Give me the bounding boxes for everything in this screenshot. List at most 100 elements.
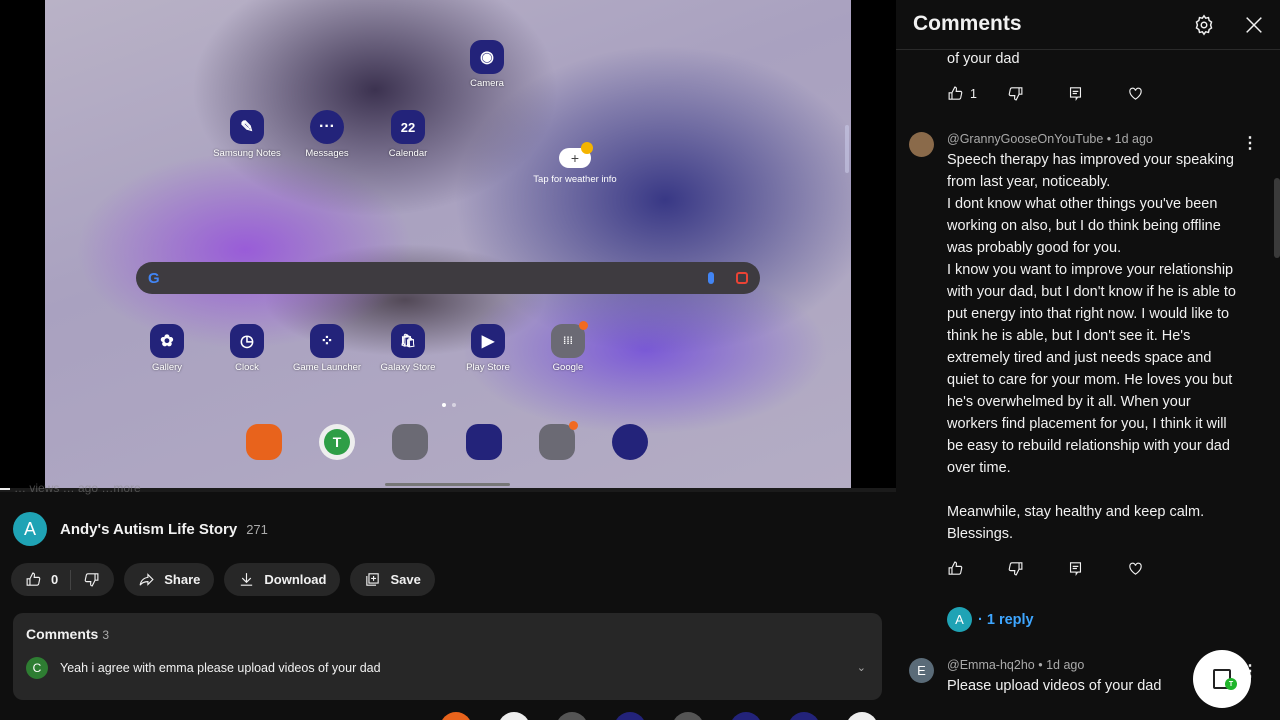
- comment-like-button[interactable]: [947, 560, 1007, 577]
- comments-panel: Comments of your dad 1 @GrannyGooseOnYou…: [896, 0, 1280, 720]
- video-frame[interactable]: ◉ Camera ✎ Samsung Notes ··· Messages 22…: [45, 0, 851, 488]
- weather-widget: + Tap for weather info: [515, 142, 635, 185]
- app-gallery: ✿ Gallery: [127, 324, 207, 373]
- comment-actions: 1: [947, 85, 1187, 102]
- app-label: Calendar: [388, 148, 428, 159]
- comment-line: with your dad, but I don't know if he is…: [947, 284, 1236, 300]
- close-button[interactable]: [1242, 13, 1266, 37]
- comment-dislike-button[interactable]: [1007, 85, 1067, 102]
- messages-icon: ···: [310, 110, 344, 144]
- screen: ◉ Camera ✎ Samsung Notes ··· Messages 22…: [0, 0, 1280, 720]
- comment-body-tail: of your dad: [947, 51, 1020, 67]
- app-label: Camera: [470, 78, 504, 89]
- comment-dislike-button[interactable]: [1007, 560, 1067, 577]
- chevron-down-icon[interactable]: ⌄: [857, 661, 866, 674]
- play-store-icon: ▶: [471, 324, 505, 358]
- calendar-icon: 22: [391, 110, 425, 144]
- thumbs-up-icon: [948, 86, 963, 100]
- heart-icon: [1129, 562, 1142, 575]
- sun-icon: [581, 142, 593, 154]
- comment-like-button[interactable]: 1: [947, 85, 1007, 102]
- comment-heart-button[interactable]: [1127, 560, 1187, 577]
- share-label: Share: [164, 572, 201, 587]
- comment-line: think he is able, but I don't see it. He…: [947, 328, 1191, 344]
- chrome-icon: [612, 424, 648, 460]
- commenter-avatar-image[interactable]: [909, 132, 934, 157]
- reply-count-link[interactable]: · 1 reply: [978, 612, 1034, 628]
- channel-row[interactable]: A Andy's Autism Life Story 271: [13, 512, 268, 546]
- settings-button[interactable]: [1192, 13, 1216, 37]
- commenter-avatar[interactable]: E: [909, 658, 934, 683]
- contacts-app-icon: [246, 424, 282, 460]
- channel-name[interactable]: Andy's Autism Life Story: [60, 521, 237, 538]
- taskbar-app-icon: [730, 712, 762, 720]
- app-galaxy-store: 🛍 Galaxy Store: [368, 324, 448, 373]
- taskbar-app-icon: [498, 712, 530, 720]
- save-to-playlist-icon: [366, 573, 380, 586]
- panel-scrollbar[interactable]: [1274, 178, 1280, 258]
- taskbar-peek: [440, 712, 878, 720]
- like-count: 0: [51, 572, 59, 587]
- save-button[interactable]: Save: [350, 563, 435, 596]
- taskbar-app-icon: [788, 712, 820, 720]
- app-badge-icon: T: [1225, 678, 1237, 690]
- comment-line: be easy to rebuild relationship with you…: [947, 438, 1230, 454]
- notes-icon: ✎: [230, 110, 264, 144]
- view-replies-button[interactable]: A · 1 reply: [947, 607, 1034, 632]
- game-launcher-icon: ⁘: [310, 324, 344, 358]
- app-game-launcher: ⁘ Game Launcher: [287, 324, 367, 373]
- comment-reply-button[interactable]: [1067, 85, 1127, 102]
- share-button[interactable]: Share: [124, 563, 215, 596]
- comment-heart-button[interactable]: [1127, 85, 1187, 102]
- taskbar-app-icon: [672, 712, 704, 720]
- commenter-avatar: C: [26, 657, 48, 679]
- google-folder-icon: ⁞⁞⁞: [551, 321, 588, 358]
- subscriber-count: 271: [246, 521, 268, 537]
- weather-cloud-icon: +: [559, 142, 593, 168]
- app-samsung-notes: ✎ Samsung Notes: [207, 110, 287, 159]
- floating-clipboard-button[interactable]: T: [1193, 650, 1251, 708]
- comments-panel-title: Comments: [913, 12, 1022, 35]
- thumbs-down-icon: [84, 573, 99, 587]
- comment-meta: @GrannyGooseOnYouTube • 1d ago: [947, 132, 1153, 146]
- like-dislike-group: 0: [11, 563, 115, 596]
- folder-icon: [392, 424, 428, 460]
- comments-preview-card[interactable]: Comments 3 C Yeah i agree with emma pleas…: [13, 613, 882, 700]
- app-label: Gallery: [151, 362, 183, 373]
- channel-avatar[interactable]: A: [13, 512, 47, 546]
- comments-title: Comments: [26, 626, 99, 642]
- camera-icon: ◉: [470, 40, 504, 74]
- comment-like-count: 1: [970, 86, 977, 101]
- comment-author[interactable]: @Emma-hq2ho: [947, 658, 1035, 672]
- app-play-store: ▶ Play Store: [448, 324, 528, 373]
- thumbs-down-icon: [1008, 562, 1023, 576]
- comment-preview-text: Yeah i agree with emma please upload vid…: [60, 661, 381, 675]
- texting-app-icon: T: [319, 424, 355, 460]
- comment-line: extremely tired and just needs space and: [947, 350, 1212, 366]
- my-files-icon: [466, 424, 502, 460]
- comments-heading: Comments 3: [26, 626, 109, 642]
- comment-author[interactable]: @GrannyGooseOnYouTube: [947, 132, 1103, 146]
- comment-line: Blessings.: [947, 526, 1014, 542]
- app-camera: ◉ Camera: [447, 40, 527, 89]
- download-button[interactable]: Download: [224, 563, 341, 596]
- video-meta-partial: … views … ago …more: [14, 481, 141, 495]
- app-messages: ··· Messages: [287, 110, 367, 159]
- like-button[interactable]: 0: [25, 571, 58, 588]
- video-edge-handle: [845, 125, 849, 173]
- gallery-icon: ✿: [150, 324, 184, 358]
- mic-icon: [708, 272, 714, 284]
- divider: [70, 569, 72, 590]
- comment-reply-button[interactable]: [1067, 560, 1127, 577]
- dislike-button[interactable]: [83, 571, 100, 588]
- comment-line: Meanwhile, stay healthy and keep calm.: [947, 504, 1205, 520]
- download-icon: [241, 573, 253, 586]
- taskbar-app-icon: [556, 712, 588, 720]
- app-label: Play Store: [466, 362, 510, 373]
- video-player[interactable]: ◉ Camera ✎ Samsung Notes ··· Messages 22…: [0, 0, 896, 488]
- comment-preview-row: C Yeah i agree with emma please upload v…: [26, 657, 381, 679]
- taskbar-app-icon: [614, 712, 646, 720]
- comment-line: [947, 479, 1257, 501]
- close-icon: [1246, 17, 1262, 33]
- app-label: Messages: [305, 148, 349, 159]
